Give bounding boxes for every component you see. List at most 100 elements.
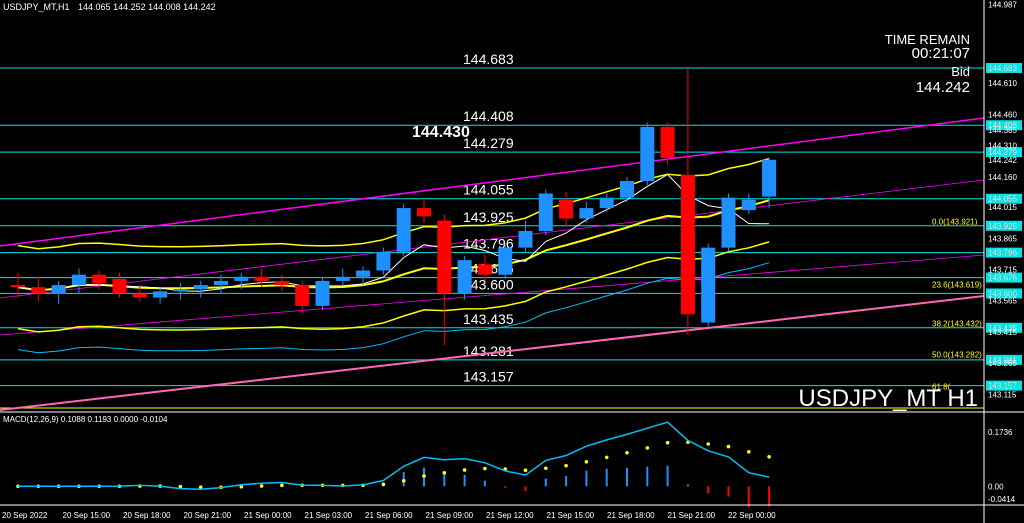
candle-body <box>71 274 86 286</box>
macd-tick: 0.00 <box>988 482 1004 491</box>
level-label: 144.683 <box>463 51 514 67</box>
macd-signal-dot <box>280 483 284 488</box>
candle-body <box>457 260 472 294</box>
fib-label: 38.2(143.432) <box>932 319 982 328</box>
price-tick: 144.385 <box>988 126 1017 135</box>
candle-body <box>356 270 371 277</box>
candle-body <box>680 174 695 315</box>
candle-body <box>315 280 330 306</box>
macd-signal-dot <box>564 463 568 468</box>
candle-body <box>701 247 716 323</box>
price-tick: 143.565 <box>988 297 1017 306</box>
time-label: 21 Sep 18:00 <box>607 511 655 520</box>
time-label: 21 Sep 09:00 <box>426 511 474 520</box>
chart-header: USDJPY_MT,H1 144.065 144.252 144.008 144… <box>3 2 216 12</box>
price-tick: 144.015 <box>988 203 1017 212</box>
candle-body <box>721 197 736 248</box>
price-tick: 143.865 <box>988 234 1017 243</box>
macd-signal-dot <box>523 468 528 473</box>
macd-signal-dot <box>401 478 406 483</box>
candle-body <box>437 220 452 294</box>
candle-body <box>559 199 574 219</box>
candle-body <box>112 278 127 294</box>
macd-signal-dot <box>625 450 629 455</box>
candle-body <box>660 126 675 159</box>
candle-body <box>193 285 208 290</box>
candle-body <box>153 291 168 298</box>
macd-signal-dot <box>462 468 467 472</box>
marker-price: 144.430 <box>412 124 470 141</box>
macd-signal-dot <box>645 446 650 450</box>
time-label: 20 Sep 18:00 <box>123 511 171 520</box>
candle-body <box>538 193 553 231</box>
macd-signal-dot <box>483 466 487 471</box>
bid-label: Bid <box>951 64 970 79</box>
candle-body <box>762 159 777 197</box>
macd-signal-dot <box>604 455 609 460</box>
macd-signal-dot <box>706 442 710 446</box>
candle-body <box>11 285 25 288</box>
candle-body <box>640 126 655 182</box>
time-label: 20 Sep 21:00 <box>184 511 232 520</box>
price-tick: 143.925 <box>988 222 1017 231</box>
candle-body <box>335 276 350 281</box>
price-tick: 143.265 <box>988 359 1017 368</box>
candle-body <box>173 289 188 292</box>
candle-body <box>274 280 289 286</box>
time-label: 21 Sep 12:00 <box>486 511 534 520</box>
candle-body <box>92 274 107 284</box>
time-label: 21 Sep 00:00 <box>244 511 292 520</box>
price-tick: 143.676 <box>988 274 1017 283</box>
level-label: 143.157 <box>463 369 514 385</box>
candle-body <box>396 208 411 252</box>
price-tick: 144.160 <box>988 173 1017 182</box>
level-label: 144.279 <box>463 135 514 151</box>
macd-tick: -0.0414 <box>988 495 1016 504</box>
candle-body <box>417 208 431 217</box>
price-tick: 144.460 <box>988 110 1017 119</box>
macd-tick: 0.1736 <box>988 428 1013 437</box>
macd-label: MACD(12,26,9) 0.1088 0.1193 0.0000 -0.01… <box>3 415 168 424</box>
time-label: 21 Sep 15:00 <box>547 511 595 520</box>
time-label: 20 Sep 2022 <box>2 511 48 520</box>
macd-signal-dot <box>381 482 386 487</box>
time-remain-value: 00:21:07 <box>912 45 970 62</box>
candle-body <box>599 197 614 209</box>
macd-signal-dot <box>544 466 548 471</box>
candle-body <box>477 264 492 275</box>
price-tick: 143.796 <box>988 249 1017 258</box>
price-tick: 144.683 <box>988 64 1017 73</box>
ohlc-values: 144.065 144.252 144.008 144.242 <box>78 2 216 12</box>
candle-body <box>254 276 269 281</box>
price-tick: 143.157 <box>988 382 1017 391</box>
candle-body <box>376 251 391 271</box>
candle-body <box>132 293 147 298</box>
price-tick: 143.415 <box>988 328 1017 337</box>
time-label: 22 Sep 00:00 <box>728 511 776 520</box>
candle-body <box>741 199 756 211</box>
macd-signal-dot <box>584 459 589 464</box>
macd-signal-dot <box>422 474 426 478</box>
price-tick: 144.242 <box>988 156 1017 165</box>
time-label: 21 Sep 06:00 <box>365 511 413 520</box>
fib-label: 0.0(143.921) <box>932 218 978 227</box>
level-label: 143.435 <box>463 311 514 327</box>
symbol-timeframe: USDJPY_MT,H1 <box>3 2 70 12</box>
candle-body <box>518 230 533 248</box>
price-chart[interactable]: 144.683144.683144.408144.408144.279144.2… <box>0 0 1024 523</box>
candle-body <box>620 181 634 198</box>
candle-body <box>214 280 228 286</box>
time-label: 20 Sep 15:00 <box>63 511 111 520</box>
macd-signal-dot <box>767 455 771 459</box>
fib-label: 23.6(143.619) <box>932 280 982 289</box>
candle-body <box>579 208 594 219</box>
price-tick: 144.987 <box>988 1 1017 10</box>
macd-signal-dot <box>259 484 264 488</box>
candle-body <box>295 285 310 306</box>
macd-signal-dot <box>442 471 447 475</box>
time-label: 21 Sep 21:00 <box>668 511 716 520</box>
price-tick: 144.610 <box>988 79 1017 88</box>
bid-value: 144.242 <box>916 79 970 96</box>
macd-signal-dot <box>198 485 203 489</box>
candle-body <box>31 287 46 294</box>
